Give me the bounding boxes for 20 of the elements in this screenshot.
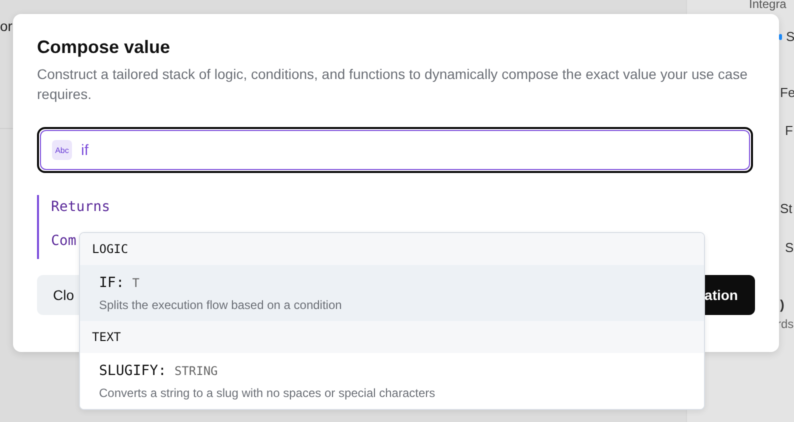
background-text: S bbox=[786, 29, 794, 44]
background-text: S bbox=[785, 240, 794, 255]
dialog-title: Compose value bbox=[37, 36, 172, 58]
dialog-description: Construct a tailored stack of logic, conditions, and functions to dynamically compose the exact value your use case requires. bbox=[37, 65, 748, 104]
background-text: St bbox=[780, 201, 792, 216]
group-heading: TEXT bbox=[80, 321, 704, 353]
background-text: ) bbox=[780, 297, 784, 312]
background-text: Integra bbox=[749, 0, 786, 11]
function-name: SLUGIFY: bbox=[99, 363, 166, 379]
background-text: or bbox=[0, 18, 13, 34]
background-text: F bbox=[785, 123, 793, 138]
return-type: T bbox=[132, 276, 140, 290]
group-heading: LOGIC bbox=[80, 233, 704, 265]
section-label: Com bbox=[51, 232, 76, 249]
section-label: Returns bbox=[51, 198, 110, 215]
return-type: STRING bbox=[174, 364, 218, 378]
function-description: Converts a string to a slug with no spaces or special characters bbox=[99, 386, 436, 400]
function-name: IF: bbox=[99, 275, 124, 291]
text-type-icon: Abc bbox=[52, 140, 72, 160]
function-description: Splits the execution flow based on a condition bbox=[99, 298, 343, 312]
